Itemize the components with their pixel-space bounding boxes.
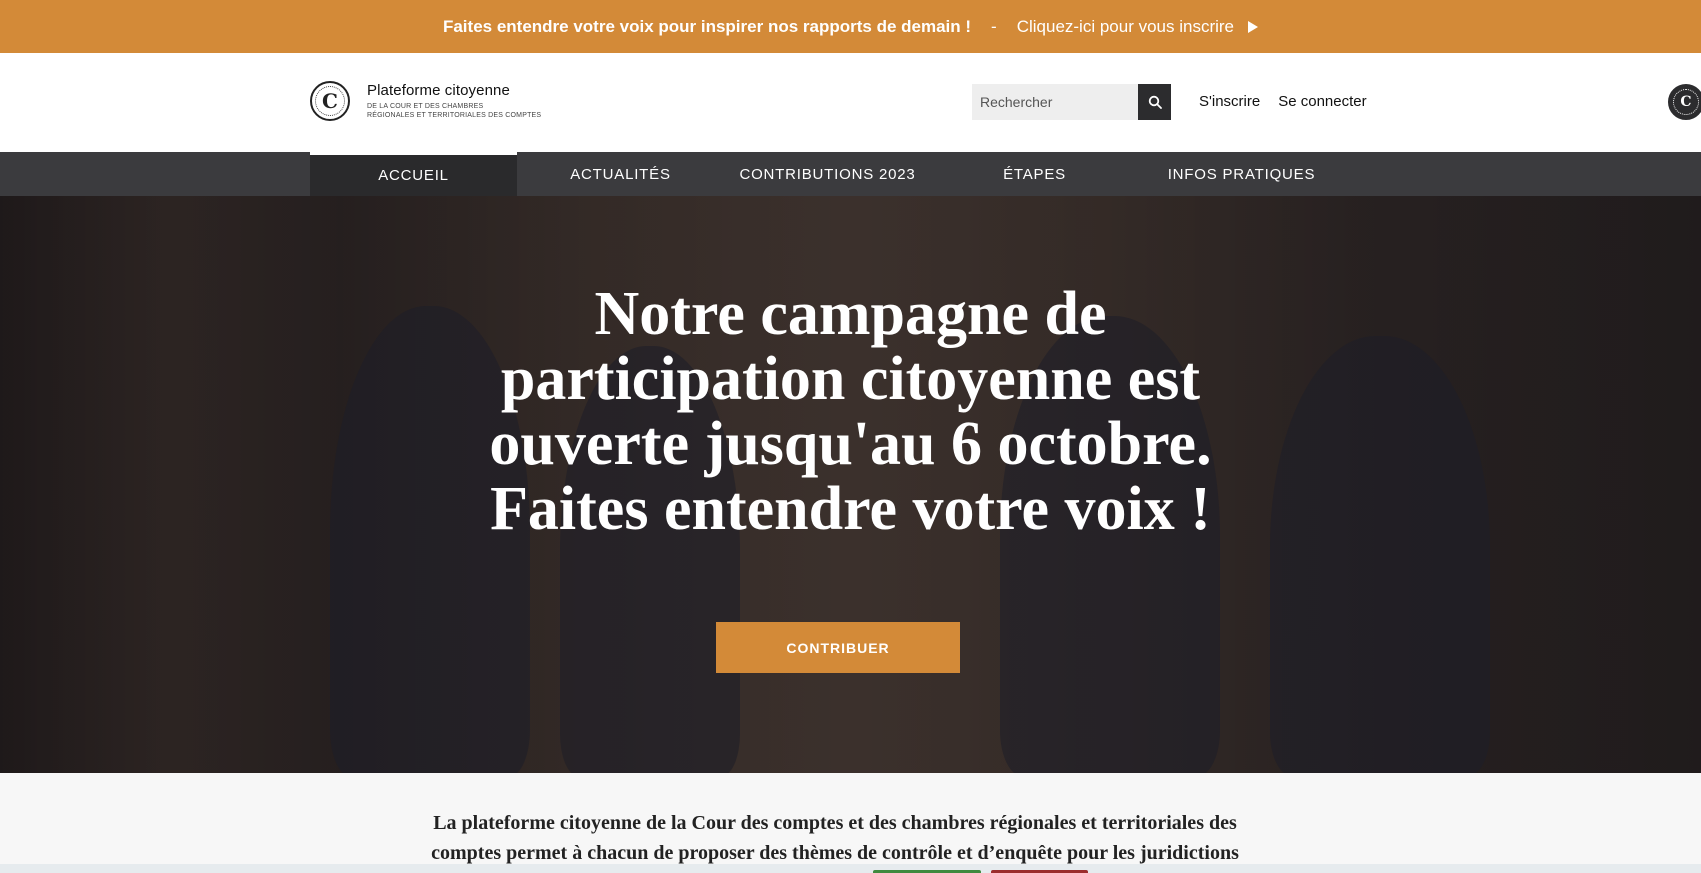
- hero-section: Notre campagne de participation citoyenn…: [0, 196, 1701, 773]
- banner-signup-link[interactable]: Cliquez-ici pour vous inscrire: [1016, 16, 1259, 37]
- search-button[interactable]: [1138, 84, 1171, 120]
- search-icon: [1148, 95, 1162, 109]
- banner-message: Faites entendre votre voix pour inspirer…: [442, 16, 972, 36]
- play-triangle-icon: [1248, 20, 1259, 33]
- search-form: [972, 84, 1171, 120]
- contribute-button[interactable]: CONTRIBUER: [716, 622, 960, 673]
- top-banner: Faites entendre votre voix pour inspirer…: [0, 0, 1701, 53]
- search-input[interactable]: [972, 84, 1138, 120]
- main-nav: ACCUEIL ACTUALITÉS CONTRIBUTIONS 2023 ÉT…: [0, 152, 1701, 196]
- auth-links: S'inscrire Se connecter: [1199, 93, 1367, 110]
- nav-item-actualites[interactable]: ACTUALITÉS: [517, 152, 724, 196]
- logo-text: Plateforme citoyenne DE LA COUR ET DES C…: [367, 82, 541, 120]
- site-logo[interactable]: C Plateforme citoyenne DE LA COUR ET DES…: [310, 81, 541, 121]
- intro-line-1: La plateforme citoyenne de la Cour des c…: [433, 812, 1237, 834]
- logo-title: Plateforme citoyenne: [367, 82, 510, 99]
- nav-item-accueil[interactable]: ACCUEIL: [310, 152, 517, 196]
- logo-subtitle-line-1: DE LA COUR ET DES CHAMBRES: [367, 103, 484, 110]
- login-link[interactable]: Se connecter: [1278, 93, 1366, 110]
- accessibility-seal-icon[interactable]: C: [1668, 84, 1701, 120]
- site-header: C Plateforme citoyenne DE LA COUR ET DES…: [0, 53, 1701, 152]
- banner-cta-label: Cliquez-ici pour vous inscrire: [1016, 16, 1235, 36]
- cookie-bar: [0, 864, 1701, 873]
- nav-item-infos-pratiques[interactable]: INFOS PRATIQUES: [1138, 152, 1345, 196]
- intro-text: La plateforme citoyenne de la Cour des c…: [390, 808, 1280, 868]
- logo-subtitle-line-2: RÉGIONALES ET TERRITORIALES DES COMPTES: [367, 112, 542, 119]
- nav-item-contributions-2023[interactable]: CONTRIBUTIONS 2023: [724, 152, 931, 196]
- hero-title: Notre campagne de participation citoyenn…: [489, 280, 1212, 543]
- court-seal-icon: C: [310, 81, 350, 121]
- banner-separator: -: [991, 16, 997, 36]
- signup-link[interactable]: S'inscrire: [1199, 93, 1260, 110]
- nav-item-etapes[interactable]: ÉTAPES: [931, 152, 1138, 196]
